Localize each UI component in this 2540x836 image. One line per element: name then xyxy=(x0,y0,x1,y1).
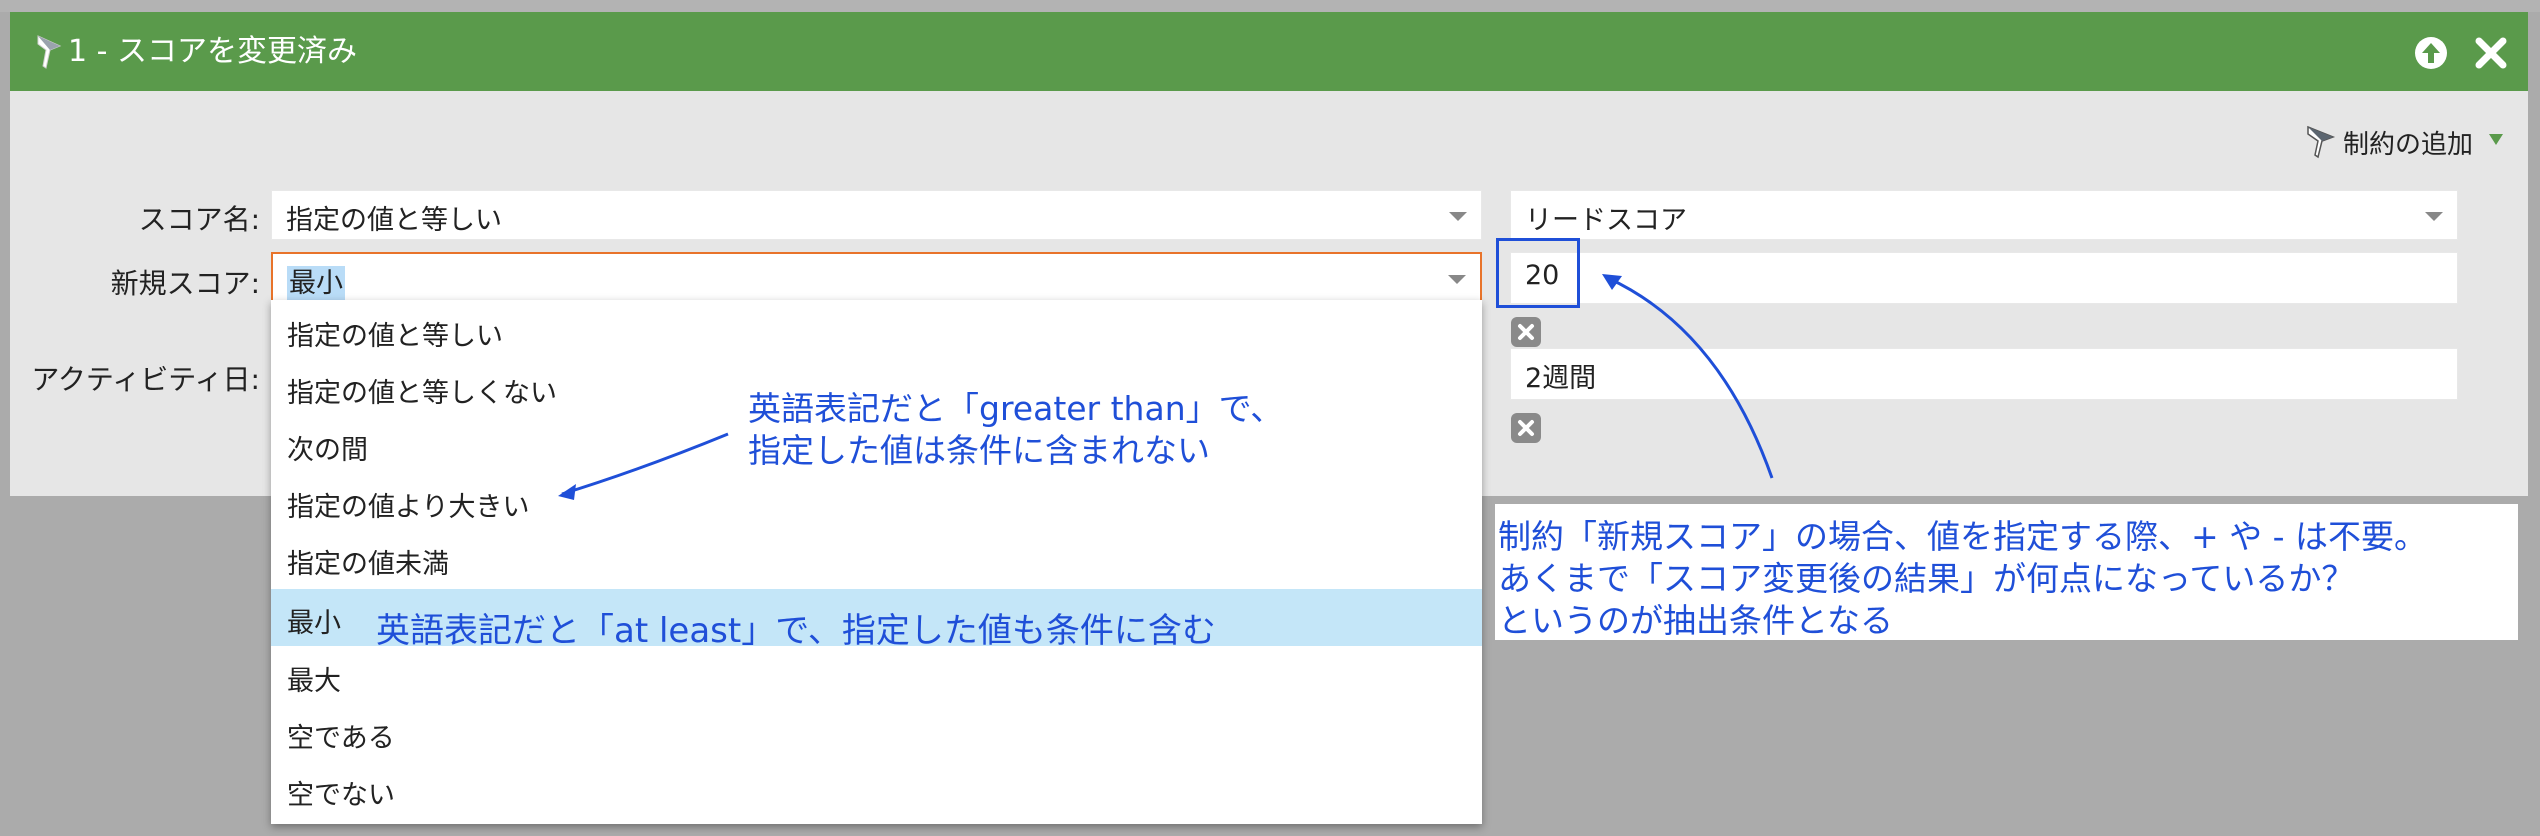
annotation-arrows xyxy=(558,274,1774,500)
arrow-to-greater-than xyxy=(561,432,729,496)
arrow-to-value xyxy=(1607,276,1774,479)
